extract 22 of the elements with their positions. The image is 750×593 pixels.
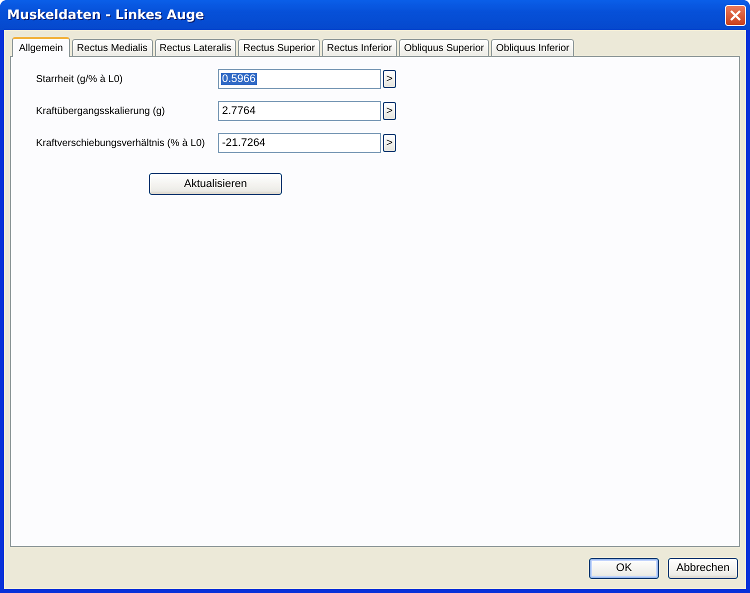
tab[interactable]: Obliquus Inferior	[491, 39, 574, 56]
input-field[interactable]: -21.7264	[218, 133, 381, 153]
field-label: Kraftverschiebungsverhältnis (% à L0)	[36, 138, 206, 148]
tab[interactable]: Allgemein	[12, 37, 70, 57]
field-label: Starrheit (g/% à L0)	[36, 74, 124, 84]
input-field[interactable]: 0.5966	[218, 69, 381, 89]
update-button[interactable]: Aktualisieren	[149, 173, 282, 195]
dialog-button[interactable]: Abbrechen	[668, 558, 738, 578]
expand-button[interactable]: >	[383, 102, 396, 120]
close-icon	[729, 8, 742, 22]
expand-button[interactable]: >	[383, 70, 396, 88]
tab[interactable]: Rectus Inferior	[322, 39, 397, 56]
field-label: Kraftübergangsskalierung (g)	[36, 106, 166, 116]
tab[interactable]: Rectus Medialis	[72, 39, 153, 56]
tab[interactable]: Rectus Superior	[238, 39, 320, 56]
dialog-button[interactable]: OK	[589, 558, 659, 578]
window-title: Muskeldaten - Linkes Auge	[7, 8, 204, 22]
tab[interactable]: Rectus Lateralis	[154, 39, 236, 56]
input-field[interactable]: 2.7764	[218, 101, 381, 121]
expand-button[interactable]: >	[383, 134, 396, 152]
tab[interactable]: Obliquus Superior	[398, 39, 489, 56]
close-button[interactable]	[725, 4, 746, 26]
